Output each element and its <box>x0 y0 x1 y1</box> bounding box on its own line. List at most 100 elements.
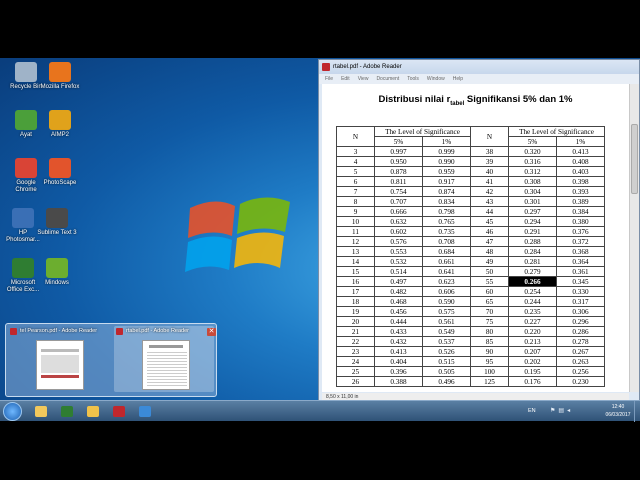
table-row: 19 0.456 0.575 70 0.235 0.306 <box>336 306 605 317</box>
table-row: 9 0.666 0.798 44 0.297 0.384 <box>336 206 605 217</box>
menu-bar: File Edit View Document Tools Window Help <box>319 74 639 84</box>
col-header-n: N <box>336 126 375 147</box>
table-cell: 100 <box>470 366 509 377</box>
start-button[interactable] <box>3 402 22 421</box>
table-cell: 0.220 <box>508 326 557 337</box>
thumbnail-rtabel[interactable]: rtabel.pdf - Adobe Reader <box>114 326 214 392</box>
desktop-icon[interactable]: Sublime Text 3 <box>37 208 77 237</box>
network-status-icon[interactable]: ▤ <box>558 408 567 414</box>
table-cell: 0.195 <box>508 366 557 377</box>
table-cell: 0.496 <box>422 376 471 387</box>
desktop-icon[interactable]: AIMP2 <box>40 110 80 139</box>
table-cell: 26 <box>336 376 375 387</box>
table-cell: 0.661 <box>422 256 471 267</box>
taskbar-app-button[interactable] <box>82 403 104 420</box>
desktop-icon[interactable]: PhotoScape <box>40 158 80 187</box>
table-cell: 25 <box>336 366 375 377</box>
table-row: 4 0.950 0.990 39 0.316 0.408 <box>336 156 605 167</box>
table-row: 6 0.811 0.917 41 0.308 0.398 <box>336 176 605 187</box>
desktop-icon-label: Recycle Bin <box>10 84 42 90</box>
vertical-scrollbar[interactable] <box>629 84 639 392</box>
table-cell: 18 <box>336 296 375 307</box>
show-desktop-button[interactable] <box>634 401 640 422</box>
menu-item-file[interactable]: File <box>325 76 333 82</box>
desktop-icon[interactable]: Mindows <box>37 258 77 287</box>
table-cell: 0.317 <box>556 296 605 307</box>
recycle-bin-icon <box>15 62 37 82</box>
table-cell: 46 <box>470 226 509 237</box>
table-cell: 0.368 <box>556 246 605 257</box>
desktop-icon-label: Mozilla Firefox <box>40 84 80 90</box>
thumbnail-preview-image <box>142 340 190 390</box>
table-row: 26 0.388 0.496 125 0.176 0.230 <box>336 376 605 387</box>
table-cell: 0.308 <box>508 176 557 187</box>
tray-icons[interactable]: ⚑▤◂ <box>550 407 573 414</box>
network-icon <box>139 406 151 417</box>
desktop-icon-label: Mindows <box>45 280 69 286</box>
table-row: 25 0.396 0.505 100 0.195 0.256 <box>336 366 605 377</box>
table-cell: 0.294 <box>508 216 557 227</box>
volume-icon[interactable]: ◂ <box>567 408 573 414</box>
desktop-icon-label: AIMP2 <box>50 132 69 138</box>
table-cell: 42 <box>470 186 509 197</box>
table-cell: 43 <box>470 196 509 207</box>
table-cell: 0.413 <box>556 146 605 157</box>
taskbar-app-button[interactable] <box>134 403 156 420</box>
table-cell: 0.413 <box>374 346 423 357</box>
table-row: 20 0.444 0.561 75 0.227 0.296 <box>336 316 605 327</box>
menu-item-edit[interactable]: Edit <box>341 76 350 82</box>
table-cell: 60 <box>470 286 509 297</box>
table-cell: 125 <box>470 376 509 387</box>
close-icon[interactable]: ✕ <box>207 328 216 336</box>
windows-explorer-icon <box>35 406 47 417</box>
taskbar: EN ⚑▤◂ 12:40 06/03/2017 <box>0 400 640 422</box>
table-cell: 0.553 <box>374 246 423 257</box>
taskbar-app-button[interactable] <box>108 403 130 420</box>
window-title: rtabel.pdf - Adobe Reader <box>333 64 402 70</box>
document-page[interactable]: Distribusi nilai rtabel Signifikansi 5% … <box>322 84 629 392</box>
table-cell: 0.304 <box>508 186 557 197</box>
window-titlebar[interactable]: rtabel.pdf - Adobe Reader <box>319 60 639 74</box>
table-cell: 0.301 <box>508 196 557 207</box>
taskbar-app-button[interactable] <box>56 403 78 420</box>
table-cell: 49 <box>470 256 509 267</box>
desktop-icon[interactable]: Mozilla Firefox <box>40 62 80 91</box>
menu-item-help[interactable]: Help <box>453 76 463 82</box>
table-cell: 0.505 <box>422 366 471 377</box>
menu-item-document[interactable]: Document <box>376 76 399 82</box>
table-cell: 0.526 <box>422 346 471 357</box>
table-cell: 0.917 <box>422 176 471 187</box>
menu-item-tools[interactable]: Tools <box>407 76 419 82</box>
table-row: 17 0.482 0.606 60 0.254 0.330 <box>336 286 605 297</box>
table-cell: 0.997 <box>374 146 423 157</box>
table-cell: 0.532 <box>374 256 423 267</box>
menu-item-view[interactable]: View <box>358 76 369 82</box>
table-cell: 12 <box>336 236 375 247</box>
scroll-thumb[interactable] <box>631 124 638 194</box>
table-cell: 0.432 <box>374 336 423 347</box>
table-cell: 0.811 <box>374 176 423 187</box>
table-cell: 24 <box>336 356 375 367</box>
table-cell: 0.641 <box>422 266 471 277</box>
table-row: 15 0.514 0.641 50 0.279 0.361 <box>336 266 605 277</box>
table-row: 18 0.468 0.590 65 0.244 0.317 <box>336 296 605 307</box>
table-row: 5 0.878 0.959 40 0.312 0.403 <box>336 166 605 177</box>
table-cell: 0.213 <box>508 336 557 347</box>
windows-logo <box>185 197 290 272</box>
menu-item-window[interactable]: Window <box>427 76 445 82</box>
table-cell: 0.874 <box>422 186 471 197</box>
table-cell: 0.602 <box>374 226 423 237</box>
language-indicator[interactable]: EN <box>528 408 536 414</box>
adobe-reader-window[interactable]: rtabel.pdf - Adobe Reader File Edit View Do… <box>318 59 640 403</box>
col-header-level: The Level of Significance <box>508 126 605 137</box>
thumbnail-tel-pearson[interactable]: tel Pearson.pdf - Adobe Reader <box>8 326 108 392</box>
table-cell: 0.684 <box>422 246 471 257</box>
table-cell: 0.878 <box>374 166 423 177</box>
col-header-5pct: 5% <box>508 136 557 147</box>
table-cell: 0.404 <box>374 356 423 367</box>
table-row: 10 0.632 0.765 45 0.294 0.380 <box>336 216 605 227</box>
table-cell: 0.514 <box>374 266 423 277</box>
table-cell: 0.384 <box>556 206 605 217</box>
taskbar-app-button[interactable] <box>30 403 52 420</box>
table-cell: 10 <box>336 216 375 227</box>
